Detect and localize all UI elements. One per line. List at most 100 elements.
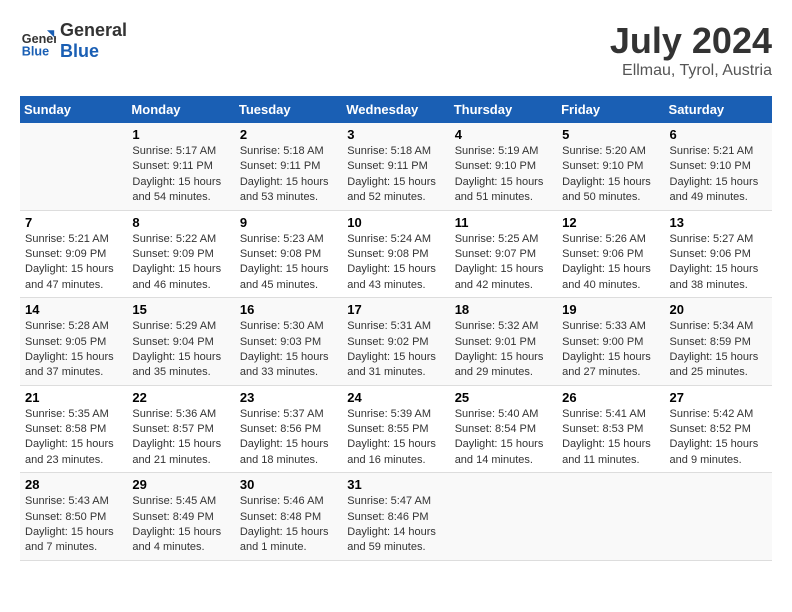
- day-number: 25: [455, 390, 552, 405]
- month-year: July 2024: [610, 20, 772, 62]
- day-number: 20: [670, 302, 767, 317]
- calendar-cell: 7Sunrise: 5:21 AM Sunset: 9:09 PM Daylig…: [20, 210, 127, 298]
- calendar-cell: [450, 473, 557, 561]
- day-number: 28: [25, 477, 122, 492]
- calendar-week-row: 14 Sunrise: 5:28 AM Sunset: 9:05 PM Dayli…: [20, 298, 772, 386]
- day-number: 19: [562, 302, 659, 317]
- day-number: 24: [347, 390, 444, 405]
- day-number: 14: [25, 302, 122, 317]
- calendar-cell: 19 Sunrise: 5:33 AM Sunset: 9:00 PM Dayli…: [557, 298, 664, 386]
- weekday-header: Tuesday: [235, 96, 342, 123]
- day-number: 3: [347, 127, 444, 142]
- calendar-cell: 31Sunrise: 5:47 AM Sunset: 8:46 PM Dayli…: [342, 473, 449, 561]
- day-number: 6: [670, 127, 767, 142]
- calendar-table: SundayMondayTuesdayWednesdayThursdayFrid…: [20, 96, 772, 561]
- day-info: Sunrise: 5:35 AM Sunset: 8:58 PM Dayligh…: [25, 407, 122, 469]
- calendar-cell: 24 Sunrise: 5:39 AM Sunset: 8:55 PM Dayli…: [342, 385, 449, 473]
- day-number: 27: [670, 390, 767, 405]
- day-number: 13: [670, 215, 767, 230]
- calendar-week-row: 1Sunrise: 5:17 AM Sunset: 9:11 PM Daylig…: [20, 123, 772, 210]
- calendar-cell: 20 Sunrise: 5:34 AM Sunset: 8:59 PM Dayli…: [665, 298, 772, 386]
- day-info: Sunrise: 5:43 AM Sunset: 8:50 PM Dayligh…: [25, 494, 122, 556]
- day-number: 18: [455, 302, 552, 317]
- calendar-cell: [557, 473, 664, 561]
- day-info: Sunrise: 5:18 AM Sunset: 9:11 PM Dayligh…: [347, 144, 444, 206]
- day-info: Sunrise: 5:28 AM Sunset: 9:05 PM Dayligh…: [25, 319, 122, 381]
- logo-line1: General: [60, 20, 127, 41]
- day-info: Sunrise: 5:21 AM Sunset: 9:10 PM Dayligh…: [670, 144, 767, 206]
- day-number: 11: [455, 215, 552, 230]
- calendar-cell: 5Sunrise: 5:20 AM Sunset: 9:10 PM Daylig…: [557, 123, 664, 210]
- day-number: 10: [347, 215, 444, 230]
- calendar-cell: 21 Sunrise: 5:35 AM Sunset: 8:58 PM Dayli…: [20, 385, 127, 473]
- weekday-header: Wednesday: [342, 96, 449, 123]
- logo: General Blue General Blue: [20, 20, 127, 62]
- day-info: Sunrise: 5:46 AM Sunset: 8:48 PM Dayligh…: [240, 494, 337, 556]
- day-info: Sunrise: 5:33 AM Sunset: 9:00 PM Dayligh…: [562, 319, 659, 381]
- day-info: Sunrise: 5:18 AM Sunset: 9:11 PM Dayligh…: [240, 144, 337, 206]
- calendar-cell: 4 Sunrise: 5:19 AM Sunset: 9:10 PM Daylig…: [450, 123, 557, 210]
- day-number: 15: [132, 302, 229, 317]
- calendar-cell: 12Sunrise: 5:26 AM Sunset: 9:06 PM Dayli…: [557, 210, 664, 298]
- day-info: Sunrise: 5:19 AM Sunset: 9:10 PM Dayligh…: [455, 144, 552, 206]
- page-header: General Blue General Blue July 2024 Ellm…: [20, 20, 772, 80]
- day-info: Sunrise: 5:37 AM Sunset: 8:56 PM Dayligh…: [240, 407, 337, 469]
- calendar-cell: 10Sunrise: 5:24 AM Sunset: 9:08 PM Dayli…: [342, 210, 449, 298]
- day-number: 4: [455, 127, 552, 142]
- day-info: Sunrise: 5:26 AM Sunset: 9:06 PM Dayligh…: [562, 232, 659, 294]
- calendar-cell: 6 Sunrise: 5:21 AM Sunset: 9:10 PM Daylig…: [665, 123, 772, 210]
- calendar-cell: 9Sunrise: 5:23 AM Sunset: 9:08 PM Daylig…: [235, 210, 342, 298]
- calendar-cell: 29 Sunrise: 5:45 AM Sunset: 8:49 PM Dayli…: [127, 473, 234, 561]
- day-number: 21: [25, 390, 122, 405]
- day-number: 31: [347, 477, 444, 492]
- day-number: 29: [132, 477, 229, 492]
- calendar-cell: 14 Sunrise: 5:28 AM Sunset: 9:05 PM Dayli…: [20, 298, 127, 386]
- weekday-header: Thursday: [450, 96, 557, 123]
- day-info: Sunrise: 5:31 AM Sunset: 9:02 PM Dayligh…: [347, 319, 444, 381]
- day-info: Sunrise: 5:29 AM Sunset: 9:04 PM Dayligh…: [132, 319, 229, 381]
- calendar-cell: 23Sunrise: 5:37 AM Sunset: 8:56 PM Dayli…: [235, 385, 342, 473]
- day-info: Sunrise: 5:32 AM Sunset: 9:01 PM Dayligh…: [455, 319, 552, 381]
- day-info: Sunrise: 5:36 AM Sunset: 8:57 PM Dayligh…: [132, 407, 229, 469]
- calendar-cell: 28 Sunrise: 5:43 AM Sunset: 8:50 PM Dayli…: [20, 473, 127, 561]
- day-info: Sunrise: 5:45 AM Sunset: 8:49 PM Dayligh…: [132, 494, 229, 556]
- day-info: Sunrise: 5:34 AM Sunset: 8:59 PM Dayligh…: [670, 319, 767, 381]
- calendar-cell: 26Sunrise: 5:41 AM Sunset: 8:53 PM Dayli…: [557, 385, 664, 473]
- calendar-cell: 3 Sunrise: 5:18 AM Sunset: 9:11 PM Daylig…: [342, 123, 449, 210]
- calendar-cell: 11 Sunrise: 5:25 AM Sunset: 9:07 PM Dayli…: [450, 210, 557, 298]
- day-info: Sunrise: 5:40 AM Sunset: 8:54 PM Dayligh…: [455, 407, 552, 469]
- location: Ellmau, Tyrol, Austria: [610, 62, 772, 80]
- day-info: Sunrise: 5:20 AM Sunset: 9:10 PM Dayligh…: [562, 144, 659, 206]
- day-number: 9: [240, 215, 337, 230]
- day-number: 17: [347, 302, 444, 317]
- calendar-header: SundayMondayTuesdayWednesdayThursdayFrid…: [20, 96, 772, 123]
- calendar-body: 1Sunrise: 5:17 AM Sunset: 9:11 PM Daylig…: [20, 123, 772, 560]
- svg-text:Blue: Blue: [22, 44, 49, 58]
- calendar-cell: 1Sunrise: 5:17 AM Sunset: 9:11 PM Daylig…: [127, 123, 234, 210]
- calendar-week-row: 28 Sunrise: 5:43 AM Sunset: 8:50 PM Dayli…: [20, 473, 772, 561]
- weekday-row: SundayMondayTuesdayWednesdayThursdayFrid…: [20, 96, 772, 123]
- day-info: Sunrise: 5:39 AM Sunset: 8:55 PM Dayligh…: [347, 407, 444, 469]
- day-number: 8: [132, 215, 229, 230]
- calendar-cell: 25 Sunrise: 5:40 AM Sunset: 8:54 PM Dayli…: [450, 385, 557, 473]
- day-number: 22: [132, 390, 229, 405]
- calendar-cell: 15 Sunrise: 5:29 AM Sunset: 9:04 PM Dayli…: [127, 298, 234, 386]
- calendar-week-row: 7Sunrise: 5:21 AM Sunset: 9:09 PM Daylig…: [20, 210, 772, 298]
- day-info: Sunrise: 5:30 AM Sunset: 9:03 PM Dayligh…: [240, 319, 337, 381]
- day-info: Sunrise: 5:25 AM Sunset: 9:07 PM Dayligh…: [455, 232, 552, 294]
- calendar-cell: [20, 123, 127, 210]
- calendar-cell: 2 Sunrise: 5:18 AM Sunset: 9:11 PM Daylig…: [235, 123, 342, 210]
- weekday-header: Saturday: [665, 96, 772, 123]
- weekday-header: Monday: [127, 96, 234, 123]
- calendar-cell: [665, 473, 772, 561]
- calendar-cell: 13 Sunrise: 5:27 AM Sunset: 9:06 PM Dayli…: [665, 210, 772, 298]
- logo-icon: General Blue: [20, 23, 56, 59]
- day-info: Sunrise: 5:21 AM Sunset: 9:09 PM Dayligh…: [25, 232, 122, 294]
- day-number: 2: [240, 127, 337, 142]
- day-number: 1: [132, 127, 229, 142]
- day-info: Sunrise: 5:22 AM Sunset: 9:09 PM Dayligh…: [132, 232, 229, 294]
- day-info: Sunrise: 5:42 AM Sunset: 8:52 PM Dayligh…: [670, 407, 767, 469]
- weekday-header: Sunday: [20, 96, 127, 123]
- calendar-cell: 17 Sunrise: 5:31 AM Sunset: 9:02 PM Dayli…: [342, 298, 449, 386]
- day-info: Sunrise: 5:27 AM Sunset: 9:06 PM Dayligh…: [670, 232, 767, 294]
